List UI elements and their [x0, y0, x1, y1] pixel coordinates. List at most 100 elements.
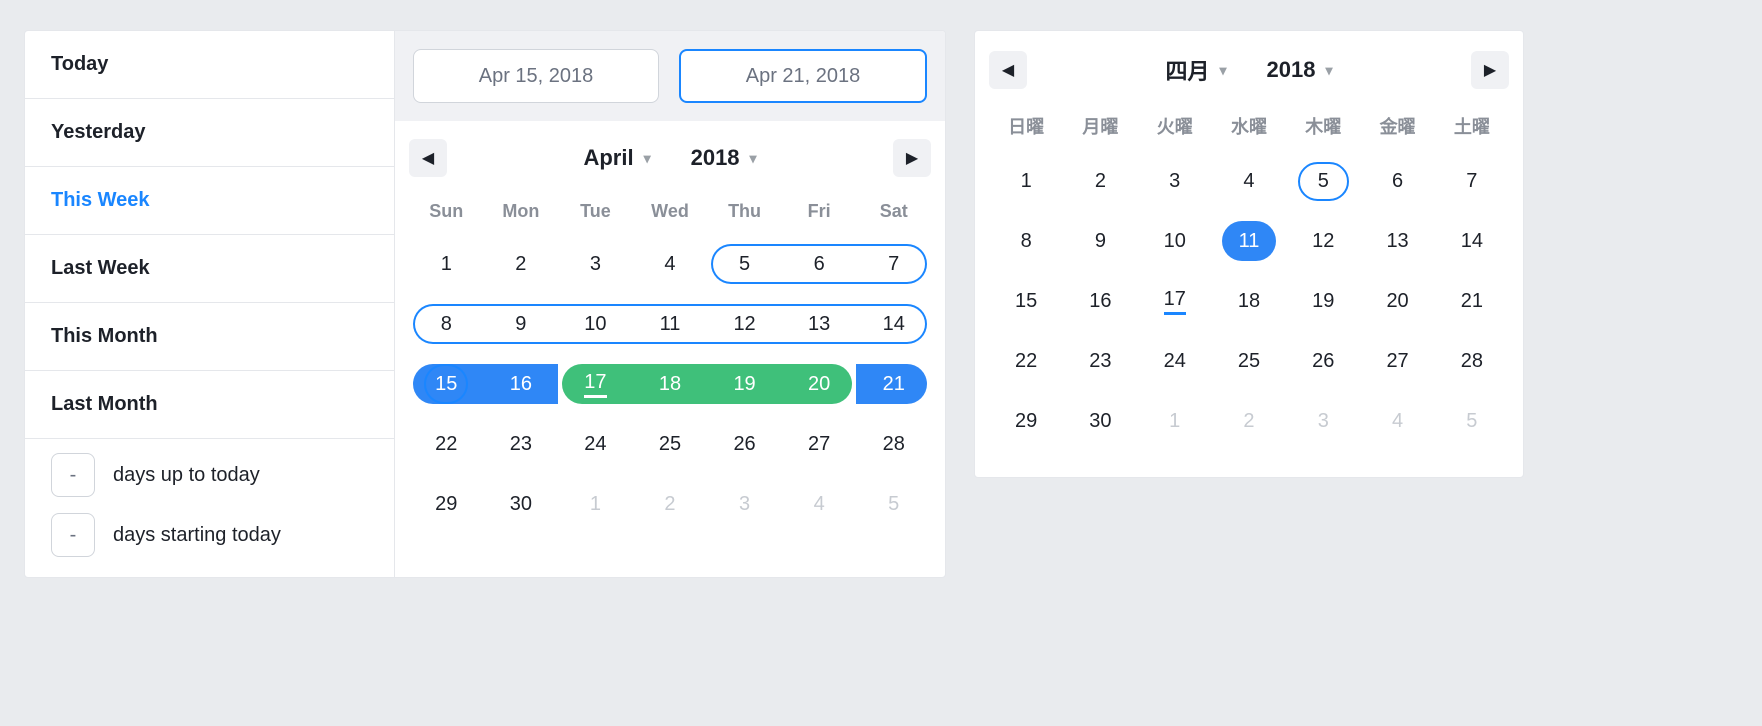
day-cell[interactable]: 4: [1360, 397, 1434, 445]
day-cell[interactable]: 5: [707, 240, 782, 288]
day-cell[interactable]: 26: [1286, 337, 1360, 385]
day-cell[interactable]: 28: [1435, 337, 1509, 385]
day-cell[interactable]: 2: [1212, 397, 1286, 445]
day-cell[interactable]: 3: [1286, 397, 1360, 445]
month-select[interactable]: 四月 ▾: [1165, 54, 1226, 86]
month-select[interactable]: April ▾: [583, 145, 650, 171]
day-cell[interactable]: 28: [856, 420, 931, 468]
day-cell[interactable]: 5: [1286, 157, 1360, 205]
day-cell[interactable]: 25: [1212, 337, 1286, 385]
day-number: 13: [808, 313, 830, 336]
day-cell[interactable]: 26: [707, 420, 782, 468]
day-cell[interactable]: 10: [1138, 217, 1212, 265]
day-cell[interactable]: 24: [558, 420, 633, 468]
preset-last-month[interactable]: Last Month: [25, 371, 394, 439]
day-cell[interactable]: 2: [484, 240, 559, 288]
day-cell[interactable]: 10: [558, 300, 633, 348]
day-cell[interactable]: 3: [707, 480, 782, 528]
day-cell[interactable]: 21: [856, 360, 931, 408]
day-cell[interactable]: 1: [558, 480, 633, 528]
day-cell[interactable]: 30: [484, 480, 559, 528]
day-cell[interactable]: 13: [1360, 217, 1434, 265]
day-cell[interactable]: 12: [707, 300, 782, 348]
day-cell[interactable]: 5: [1435, 397, 1509, 445]
day-cell[interactable]: 3: [558, 240, 633, 288]
day-cell[interactable]: 22: [409, 420, 484, 468]
day-cell[interactable]: 14: [1435, 217, 1509, 265]
prev-month-button[interactable]: ◀: [989, 51, 1027, 89]
day-cell[interactable]: 11: [1212, 217, 1286, 265]
day-cell[interactable]: 17: [558, 360, 633, 408]
date-range-picker: TodayYesterdayThis WeekLast WeekThis Mon…: [24, 30, 946, 578]
prev-month-button[interactable]: ◀: [409, 139, 447, 177]
day-cell[interactable]: 27: [782, 420, 857, 468]
day-cell[interactable]: 6: [782, 240, 857, 288]
year-select[interactable]: 2018 ▾: [691, 145, 757, 171]
preset-last-week[interactable]: Last Week: [25, 235, 394, 303]
day-cell[interactable]: 1: [409, 240, 484, 288]
day-cell[interactable]: 9: [484, 300, 559, 348]
day-cell[interactable]: 18: [633, 360, 708, 408]
day-cell[interactable]: 7: [1435, 157, 1509, 205]
day-cell[interactable]: 8: [409, 300, 484, 348]
day-cell[interactable]: 1: [1138, 397, 1212, 445]
day-cell[interactable]: 7: [856, 240, 931, 288]
day-number: 21: [883, 373, 905, 396]
calendar-header: ◀ April ▾ 2018 ▾ ▶: [395, 121, 945, 185]
from-date-input[interactable]: Apr 15, 2018: [413, 49, 659, 103]
day-number: 21: [1461, 290, 1483, 313]
day-cell[interactable]: 12: [1286, 217, 1360, 265]
day-number: 6: [814, 253, 825, 276]
to-date-input[interactable]: Apr 21, 2018: [679, 49, 927, 103]
day-cell[interactable]: 25: [633, 420, 708, 468]
day-cell[interactable]: 3: [1138, 157, 1212, 205]
day-cell[interactable]: 16: [484, 360, 559, 408]
day-cell[interactable]: 20: [782, 360, 857, 408]
day-cell[interactable]: 24: [1138, 337, 1212, 385]
day-cell[interactable]: 8: [989, 217, 1063, 265]
day-grid: 1234567891011121314151617181920212223242…: [975, 151, 1523, 465]
day-cell[interactable]: 5: [856, 480, 931, 528]
day-cell[interactable]: 1: [989, 157, 1063, 205]
day-cell[interactable]: 23: [484, 420, 559, 468]
day-cell[interactable]: 14: [856, 300, 931, 348]
preset-this-month[interactable]: This Month: [25, 303, 394, 371]
next-month-button[interactable]: ▶: [893, 139, 931, 177]
day-cell[interactable]: 21: [1435, 277, 1509, 325]
day-cell[interactable]: 13: [782, 300, 857, 348]
next-month-button[interactable]: ▶: [1471, 51, 1509, 89]
day-cell[interactable]: 29: [989, 397, 1063, 445]
preset-this-week[interactable]: This Week: [25, 167, 394, 235]
day-cell[interactable]: 4: [633, 240, 708, 288]
day-cell[interactable]: 16: [1063, 277, 1137, 325]
day-cell[interactable]: 23: [1063, 337, 1137, 385]
day-cell[interactable]: 18: [1212, 277, 1286, 325]
day-number: 4: [664, 253, 675, 276]
day-number: 6: [1392, 170, 1403, 193]
days-up-input[interactable]: [51, 453, 95, 497]
day-cell[interactable]: 30: [1063, 397, 1137, 445]
day-cell[interactable]: 2: [633, 480, 708, 528]
day-cell[interactable]: 6: [1360, 157, 1434, 205]
day-cell[interactable]: 27: [1360, 337, 1434, 385]
day-cell[interactable]: 20: [1360, 277, 1434, 325]
day-cell[interactable]: 4: [1212, 157, 1286, 205]
day-number: 1: [1021, 170, 1032, 193]
day-cell[interactable]: 22: [989, 337, 1063, 385]
day-cell[interactable]: 15: [989, 277, 1063, 325]
day-cell[interactable]: 19: [707, 360, 782, 408]
day-cell[interactable]: 29: [409, 480, 484, 528]
weekday-label: Wed: [633, 193, 708, 230]
day-cell[interactable]: 9: [1063, 217, 1137, 265]
preset-yesterday[interactable]: Yesterday: [25, 99, 394, 167]
day-cell[interactable]: 4: [782, 480, 857, 528]
year-select[interactable]: 2018 ▾: [1267, 57, 1333, 83]
preset-today[interactable]: Today: [25, 31, 394, 99]
day-cell[interactable]: 11: [633, 300, 708, 348]
day-cell[interactable]: 15: [409, 360, 484, 408]
day-cell[interactable]: 17: [1138, 277, 1212, 325]
days-start-input[interactable]: [51, 513, 95, 557]
day-cell[interactable]: 2: [1063, 157, 1137, 205]
day-cell[interactable]: 19: [1286, 277, 1360, 325]
weekday-row: 日曜月曜火曜水曜木曜金曜土曜: [975, 97, 1523, 151]
